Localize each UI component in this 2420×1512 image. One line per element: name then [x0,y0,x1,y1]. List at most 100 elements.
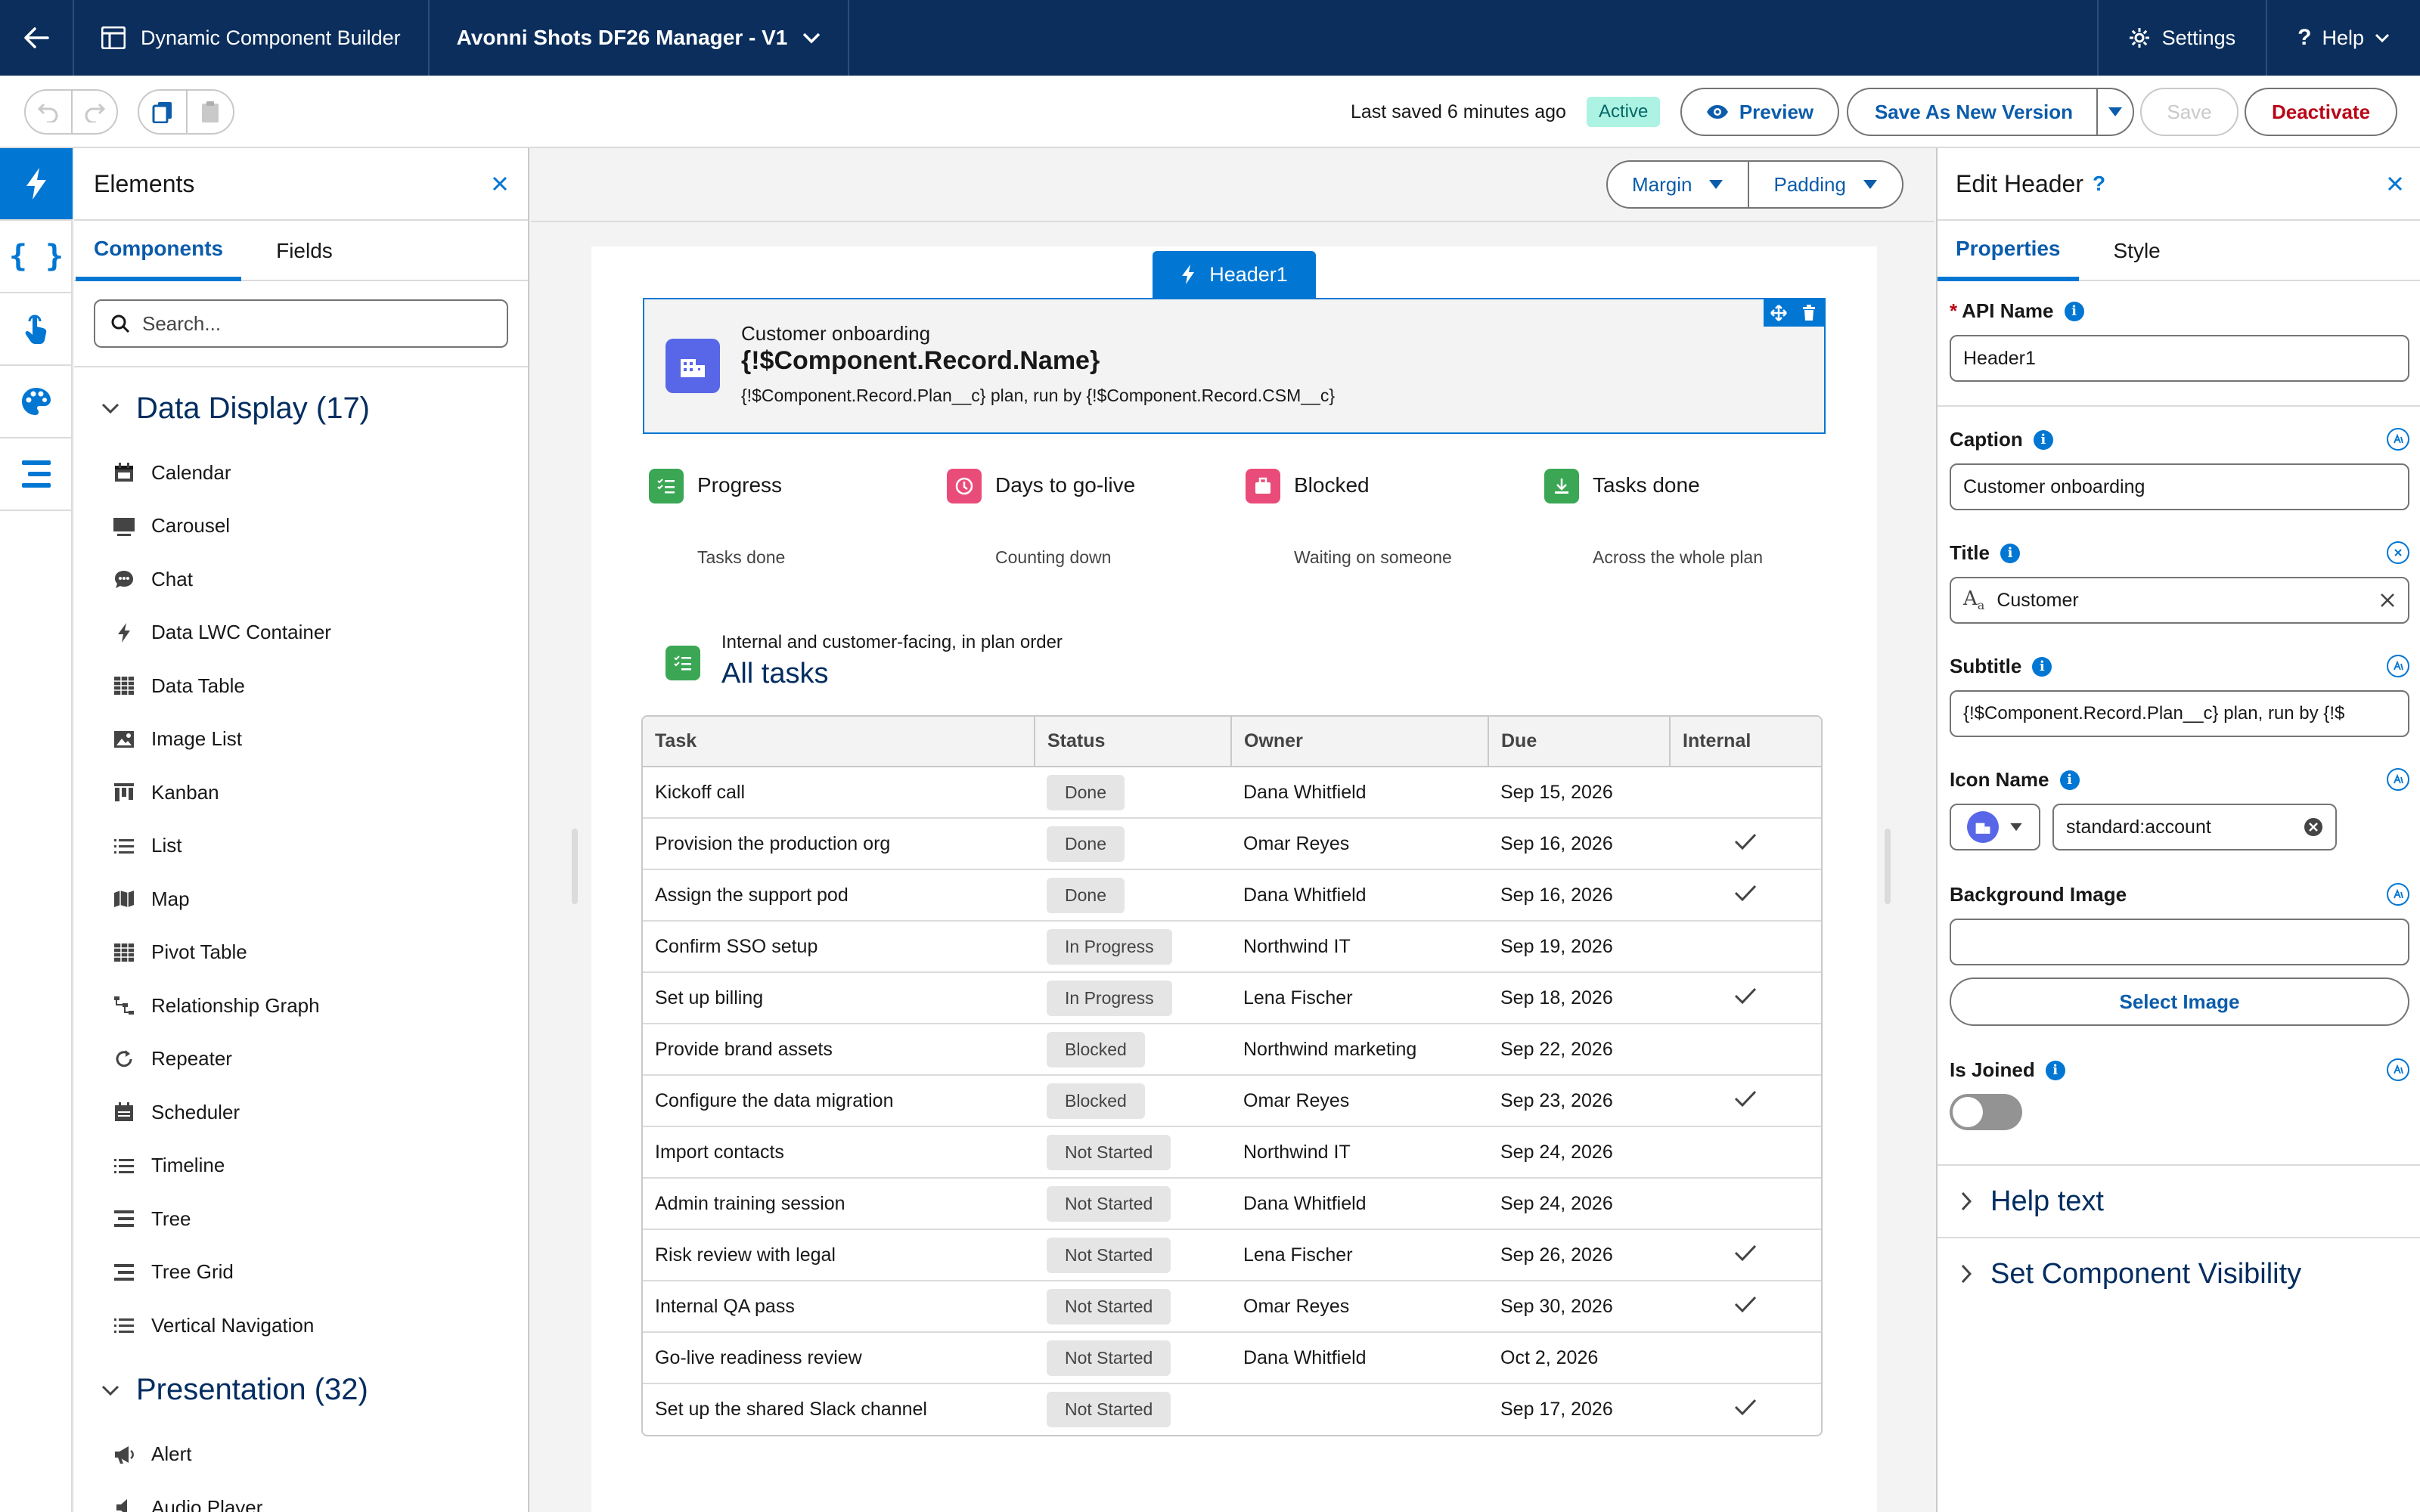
back-button[interactable] [0,0,74,76]
clear-icon[interactable] [2379,592,2396,609]
search-input[interactable]: Search... [94,299,508,348]
margin-dropdown[interactable]: Margin [1608,162,1748,207]
title-input[interactable]: Aa Customer [1950,577,2409,624]
table-row[interactable]: Import contacts Not Started Northwind IT Se… [643,1126,1821,1179]
element-kanban[interactable]: Kanban [74,766,528,820]
element-calendar[interactable]: Calendar [74,446,528,500]
help-button[interactable]: ? Help [2266,0,2420,76]
save-new-version-button[interactable]: Save As New Version [1847,88,2101,136]
preview-button[interactable]: Preview [1680,88,1839,136]
table-row[interactable]: Set up the shared Slack channel Not Start… [643,1383,1821,1435]
info-icon[interactable]: i [2045,1060,2065,1080]
element-map[interactable]: Map [74,872,528,926]
element-image-list[interactable]: Image List [74,713,528,767]
info-icon[interactable]: i [2000,543,2020,563]
column-header-owner[interactable]: Owner [1231,717,1489,767]
element-relationship-graph[interactable]: Relationship Graph [74,979,528,1033]
table-row[interactable]: Confirm SSO setup In Progress Northwind IT… [643,921,1821,973]
element-carousel[interactable]: Carousel [74,500,528,553]
variable-source-icon[interactable] [2387,883,2409,906]
copy-button[interactable] [139,91,186,133]
table-row[interactable]: Kickoff call Done Dana Whitfield Sep 15, 20… [643,767,1821,819]
column-header-status[interactable]: Status [1035,717,1232,767]
element-repeater[interactable]: Repeater [74,1033,528,1086]
padding-dropdown[interactable]: Padding [1748,162,1901,207]
delete-icon[interactable] [1794,299,1824,327]
column-header-internal[interactable]: Internal [1670,717,1821,767]
caption-input[interactable]: Customer onboarding [1950,463,2409,510]
icon-name-input[interactable]: standard:account [2052,804,2337,850]
variable-source-icon[interactable] [2387,655,2409,677]
element-audio-player[interactable]: Audio Player [74,1481,528,1512]
table-row[interactable]: Provision the production org Done Omar Rey… [643,818,1821,870]
rail-interactions[interactable] [0,293,73,366]
settings-button[interactable]: Settings [2096,0,2266,76]
select-image-button[interactable]: Select Image [1950,978,2409,1026]
variable-source-icon[interactable] [2387,428,2409,451]
paste-button[interactable] [186,91,233,133]
right-resize-handle[interactable] [1885,829,1891,904]
element-timeline[interactable]: Timeline [74,1139,528,1193]
info-icon[interactable]: i [2032,656,2052,677]
element-vertical-navigation[interactable]: Vertical Navigation [74,1299,528,1352]
move-icon[interactable] [1764,299,1794,327]
section-presentation[interactable]: Presentation (32) [74,1352,528,1428]
accordion-help-text[interactable]: Help text [1938,1164,2420,1237]
element-data-lwc-container[interactable]: Data LWC Container [74,606,528,660]
table-row[interactable]: Provide brand assets Blocked Northwind mar… [643,1024,1821,1076]
element-tree[interactable]: Tree [74,1192,528,1246]
table-row[interactable]: Go-live readiness review Not Started Dana … [643,1332,1821,1384]
is-joined-toggle[interactable] [1950,1094,2022,1130]
icon-picker[interactable] [1950,804,2040,850]
element-chat[interactable]: Chat [74,553,528,606]
info-icon[interactable]: i [2033,429,2053,450]
table-row[interactable]: Risk review with legal Not Started Lena Fi… [643,1229,1821,1281]
help-icon[interactable]: ? [2093,172,2105,196]
deactivate-button[interactable]: Deactivate [2245,88,2397,136]
info-icon[interactable]: i [2059,770,2080,790]
tab-components[interactable]: Components [76,221,242,281]
rail-outline[interactable] [0,438,73,511]
rail-theme[interactable] [0,366,73,438]
section-data-display[interactable]: Data Display (17) [74,370,528,446]
background-image-input[interactable] [1950,919,2409,965]
variable-remove-icon[interactable] [2387,541,2409,564]
selected-component-tag[interactable]: Header1 [1153,251,1316,298]
table-row[interactable]: Admin training session Not Started Dana Wh… [643,1178,1821,1230]
close-icon[interactable] [2387,175,2403,192]
tab-style[interactable]: Style [2114,221,2161,281]
element-alert[interactable]: Alert [74,1428,528,1482]
clear-circle-icon[interactable] [2304,817,2323,837]
accordion-component-visibility[interactable]: Set Component Visibility [1938,1237,2420,1309]
element-scheduler[interactable]: Scheduler [74,1086,528,1139]
subtitle-input[interactable]: {!$Component.Record.Plan__c} plan, run b… [1950,690,2409,737]
table-row[interactable]: Internal QA pass Not Started Omar Reyes Sep… [643,1281,1821,1333]
tab-fields[interactable]: Fields [276,221,333,281]
header-component[interactable]: Customer onboarding {!$Component.Record.… [643,298,1826,434]
variable-source-icon[interactable] [2387,1058,2409,1081]
component-switcher[interactable]: Avonni Shots DF26 Manager - V1 [430,0,850,76]
element-tree-grid[interactable]: Tree Grid [74,1246,528,1300]
api-name-input[interactable]: Header1 [1950,335,2409,382]
checklist-icon [649,469,684,503]
undo-button[interactable] [26,91,71,133]
table-row[interactable]: Assign the support pod Done Dana Whitfield… [643,869,1821,922]
close-icon[interactable] [492,175,508,192]
save-button[interactable]: Save [2140,88,2238,136]
info-icon[interactable]: i [2064,301,2084,321]
rail-variables[interactable]: { } [0,221,73,293]
tab-properties[interactable]: Properties [1938,221,2079,281]
status-badge: Done [1047,877,1125,913]
table-row[interactable]: Configure the data migration Blocked Omar … [643,1075,1821,1127]
column-header-task[interactable]: Task [643,717,1035,767]
element-data-table[interactable]: Data Table [74,659,528,713]
column-header-due[interactable]: Due [1488,717,1671,767]
table-row[interactable]: Set up billing In Progress Lena Fischer Sep… [643,972,1821,1024]
rail-components[interactable] [0,148,73,221]
redo-button[interactable] [71,91,116,133]
left-resize-handle[interactable] [572,829,578,904]
save-options-dropdown[interactable] [2096,88,2134,136]
element-list[interactable]: List [74,820,528,873]
variable-source-icon[interactable] [2387,768,2409,791]
element-pivot-table[interactable]: Pivot Table [74,926,528,980]
